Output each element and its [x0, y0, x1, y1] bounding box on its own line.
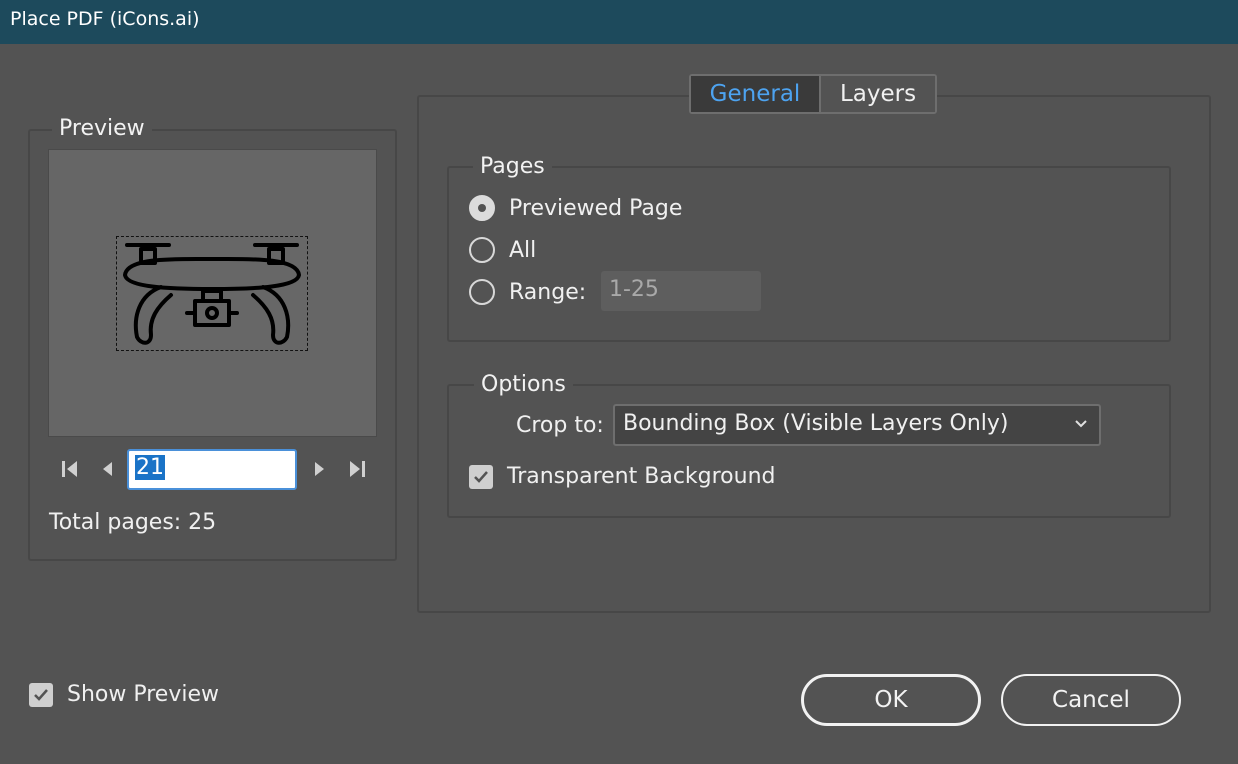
tab-general[interactable]: General: [691, 76, 821, 112]
checkmark-icon: [34, 689, 48, 701]
show-preview-checkbox[interactable]: [29, 683, 53, 707]
radio-previewed-page[interactable]: Previewed Page: [469, 195, 682, 221]
page-number-input[interactable]: 21: [127, 449, 297, 490]
window-title: Place PDF (iCons.ai): [10, 8, 200, 30]
radio-range[interactable]: Range:: [469, 279, 586, 305]
radio-button[interactable]: [469, 279, 495, 305]
options-legend: Options: [474, 372, 573, 398]
show-preview-label: Show Preview: [67, 682, 219, 707]
prev-page-icon[interactable]: [96, 457, 120, 481]
pages-group: [447, 166, 1171, 342]
range-input[interactable]: 1-25: [601, 271, 761, 311]
cancel-button[interactable]: Cancel: [1001, 674, 1181, 726]
total-pages-label: Total pages: 25: [49, 510, 217, 535]
page-number-value: 21: [135, 455, 165, 480]
radio-button[interactable]: [469, 195, 495, 221]
drone-icon: [123, 243, 301, 345]
pages-legend: Pages: [473, 154, 552, 180]
ok-button[interactable]: OK: [801, 674, 981, 726]
tab-layers[interactable]: Layers: [821, 76, 935, 112]
radio-all[interactable]: All: [469, 237, 536, 263]
crop-to-select[interactable]: Bounding Box (Visible Layers Only): [613, 404, 1101, 446]
last-page-icon[interactable]: [345, 457, 369, 481]
first-page-icon[interactable]: [58, 457, 82, 481]
tab-bar: General Layers: [689, 74, 937, 114]
radio-label: Range:: [509, 279, 587, 305]
transparent-background-label: Transparent Background: [507, 464, 776, 489]
radio-button[interactable]: [469, 237, 495, 263]
preview-legend: Preview: [52, 116, 152, 142]
radio-label: All: [509, 237, 537, 263]
title-bar: Place PDF (iCons.ai): [0, 0, 1238, 44]
checkmark-icon: [474, 471, 488, 483]
next-page-icon[interactable]: [307, 457, 331, 481]
radio-label: Previewed Page: [509, 195, 683, 221]
crop-to-value: Bounding Box (Visible Layers Only): [623, 411, 1009, 436]
drone-thumbnail: [116, 236, 308, 351]
transparent-background-checkbox[interactable]: [469, 465, 493, 489]
chevron-down-icon: [1075, 420, 1087, 428]
crop-to-label: Crop to:: [516, 413, 604, 438]
